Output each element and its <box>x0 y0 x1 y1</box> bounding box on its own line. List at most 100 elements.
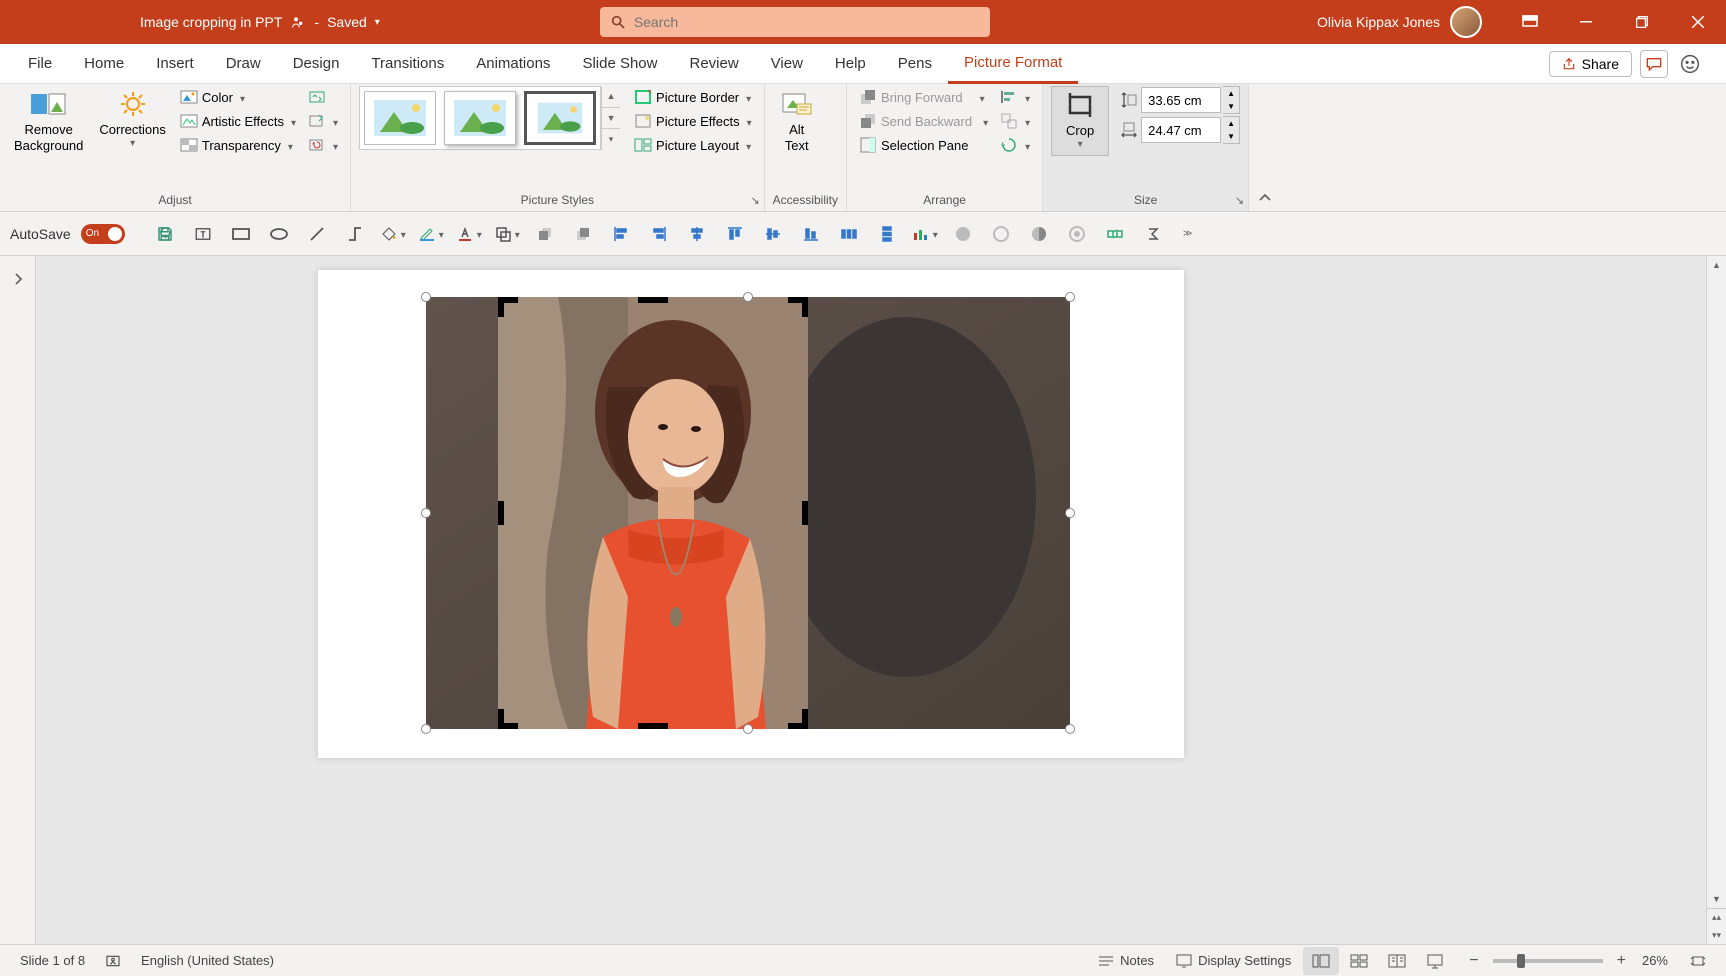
picture-effects-button[interactable]: Picture Effects <box>630 110 756 132</box>
picture-border-button[interactable]: Picture Border <box>630 86 756 108</box>
slide-canvas[interactable] <box>36 256 1706 944</box>
save-status-dropdown-icon[interactable]: ▾ <box>375 17 380 28</box>
thumbnail-pane-expand[interactable] <box>0 256 36 944</box>
tab-transitions[interactable]: Transitions <box>355 44 460 84</box>
picture-layout-button[interactable]: Picture Layout <box>630 134 756 156</box>
tab-home[interactable]: Home <box>68 44 140 84</box>
group-button[interactable] <box>996 110 1034 132</box>
avatar[interactable] <box>1450 6 1482 38</box>
transparency-button[interactable]: Transparency <box>176 134 300 156</box>
close-button[interactable] <box>1670 0 1726 44</box>
sel-handle-tr[interactable] <box>1065 292 1075 302</box>
chart-colors-button[interactable] <box>909 218 941 250</box>
prev-slide-button[interactable]: ▴▴ <box>1707 908 1726 926</box>
tab-insert[interactable]: Insert <box>140 44 210 84</box>
gray-circle-2[interactable] <box>985 218 1017 250</box>
send-to-back-button[interactable] <box>529 218 561 250</box>
autosave-toggle[interactable]: On <box>81 224 125 244</box>
user-account[interactable]: Olivia Kippax Jones <box>1317 6 1482 38</box>
compress-pictures-button[interactable] <box>304 86 342 108</box>
gray-circle-1[interactable] <box>947 218 979 250</box>
rotate-button[interactable] <box>996 134 1034 156</box>
align-right-button[interactable] <box>643 218 675 250</box>
align-middle-button[interactable] <box>757 218 789 250</box>
artistic-effects-button[interactable]: Artistic Effects <box>176 110 300 132</box>
tab-file[interactable]: File <box>12 44 68 84</box>
crop-handle-l[interactable] <box>498 501 504 525</box>
search-box[interactable] <box>600 7 990 37</box>
shape-outline-button[interactable] <box>415 218 447 250</box>
scroll-up-button[interactable]: ▲ <box>1707 256 1726 274</box>
gray-circle-3[interactable] <box>1023 218 1055 250</box>
gray-circle-4[interactable] <box>1061 218 1093 250</box>
line-button[interactable] <box>301 218 333 250</box>
crop-handle-tl-h[interactable] <box>498 297 518 303</box>
tab-draw[interactable]: Draw <box>210 44 277 84</box>
ribbon-display-options[interactable] <box>1502 0 1558 44</box>
color-button[interactable]: Color <box>176 86 300 108</box>
crop-handle-r[interactable] <box>802 501 808 525</box>
notes-button[interactable]: Notes <box>1088 953 1164 968</box>
save-status[interactable]: Saved <box>327 14 367 30</box>
corrections-button[interactable]: Corrections ▾ <box>93 86 171 154</box>
align-center-button[interactable] <box>681 218 713 250</box>
height-input[interactable] <box>1141 87 1221 113</box>
width-input[interactable] <box>1141 117 1221 143</box>
font-color-button[interactable] <box>453 218 485 250</box>
fit-to-window-button[interactable] <box>1680 947 1716 975</box>
collapse-ribbon-button[interactable] <box>1249 84 1281 211</box>
reset-picture-button[interactable] <box>304 134 342 156</box>
gallery-more[interactable]: ▾ <box>602 129 620 150</box>
emoji-button[interactable] <box>1676 54 1704 74</box>
slide-sorter-button[interactable] <box>1341 947 1377 975</box>
bring-to-front-button[interactable] <box>567 218 599 250</box>
zoom-out-button[interactable]: − <box>1465 952 1482 970</box>
selected-picture[interactable] <box>426 297 1070 729</box>
duplicate-button[interactable] <box>491 218 523 250</box>
scroll-track[interactable] <box>1707 274 1726 890</box>
crop-button[interactable]: Crop ▾ <box>1051 86 1109 156</box>
align-left-button[interactable] <box>605 218 637 250</box>
tab-review[interactable]: Review <box>673 44 754 84</box>
tab-animations[interactable]: Animations <box>460 44 566 84</box>
display-settings-button[interactable]: Display Settings <box>1166 953 1301 968</box>
alt-text-button[interactable]: Alt Text <box>773 86 821 157</box>
align-top-button[interactable] <box>719 218 751 250</box>
sel-handle-br[interactable] <box>1065 724 1075 734</box>
sel-handle-b[interactable] <box>743 724 753 734</box>
text-box-button[interactable] <box>187 218 219 250</box>
style-thumb-2[interactable] <box>444 91 516 145</box>
distribute-horizontal-button[interactable] <box>833 218 865 250</box>
accessibility-checker[interactable] <box>95 953 131 969</box>
gallery-up[interactable]: ▲ <box>602 86 620 108</box>
share-button[interactable]: Share <box>1549 51 1632 77</box>
next-slide-button[interactable]: ▾▾ <box>1707 926 1726 944</box>
zoom-in-button[interactable]: + <box>1613 952 1630 970</box>
sel-handle-l[interactable] <box>421 508 431 518</box>
slide[interactable] <box>318 270 1184 758</box>
oval-button[interactable] <box>263 218 295 250</box>
selection-pane-button[interactable]: Selection Pane <box>855 134 992 156</box>
width-down[interactable]: ▼ <box>1223 130 1239 143</box>
crop-handle-b[interactable] <box>638 723 668 729</box>
sel-handle-tl[interactable] <box>421 292 431 302</box>
align-button[interactable] <box>996 86 1034 108</box>
send-backward-button[interactable]: Send Backward <box>855 110 992 132</box>
picture-styles-launcher[interactable]: ↘ <box>750 194 759 207</box>
rectangle-button[interactable] <box>225 218 257 250</box>
picture-styles-gallery[interactable] <box>359 86 601 150</box>
normal-view-button[interactable] <box>1303 947 1339 975</box>
save-button[interactable] <box>149 218 181 250</box>
style-thumb-3[interactable] <box>524 91 596 145</box>
language-status[interactable]: English (United States) <box>131 953 284 968</box>
comments-button[interactable] <box>1640 50 1668 78</box>
remove-background-button[interactable]: Remove Background <box>8 86 89 157</box>
size-launcher[interactable]: ↘ <box>1235 194 1244 207</box>
reading-view-button[interactable] <box>1379 947 1415 975</box>
bring-forward-button[interactable]: Bring Forward <box>855 86 992 108</box>
document-title[interactable]: Image cropping in PPT <box>140 14 282 30</box>
vertical-scrollbar[interactable]: ▲ ▼ ▴▴ ▾▾ <box>1706 256 1726 944</box>
tab-slide-show[interactable]: Slide Show <box>566 44 673 84</box>
crop-handle-br-h[interactable] <box>788 723 808 729</box>
crop-handle-t[interactable] <box>638 297 668 303</box>
